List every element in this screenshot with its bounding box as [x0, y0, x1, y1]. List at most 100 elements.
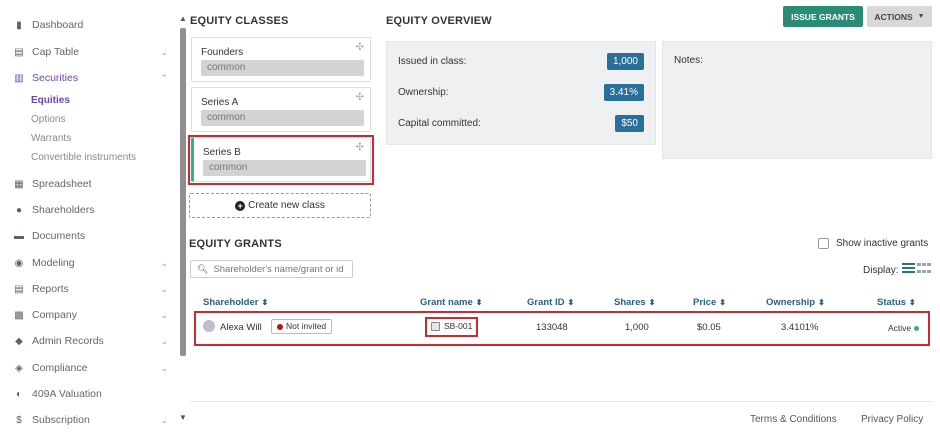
sidebar-item-subscription[interactable]: $ Subscription ⌄ — [14, 411, 174, 429]
notes-label: Notes: — [674, 55, 703, 66]
column-header-grant-id[interactable]: Grant ID ⬍ — [527, 297, 574, 308]
cap-table-icon: ▤ — [14, 46, 24, 58]
capital-value: $50 — [615, 115, 644, 132]
sidebar-item-label: Securities — [32, 72, 79, 84]
status-dot-icon — [277, 323, 283, 330]
plus-circle-icon: + — [235, 200, 246, 211]
sidebar-subitem-equities[interactable]: Equities — [31, 95, 70, 106]
sidebar-item-reports[interactable]: ▤ Reports ⌄ — [14, 280, 174, 298]
column-header-price[interactable]: Price ⬍ — [693, 297, 726, 308]
scroll-down-arrow-icon[interactable]: ▼ — [179, 413, 187, 422]
column-header-shares[interactable]: Shares ⬍ — [614, 297, 655, 308]
scroll-up-arrow-icon[interactable]: ▲ — [179, 14, 187, 23]
class-type: common — [201, 110, 364, 126]
sidebar-subitem-convertible-instruments[interactable]: Convertible instruments — [31, 152, 136, 163]
capital-label: Capital committed: — [398, 118, 481, 129]
sidebar-item-modeling[interactable]: ◉ Modeling ⌄ — [14, 254, 174, 272]
ownership-cell: 3.4101% — [781, 322, 819, 333]
actions-label: ACTIONS — [874, 11, 913, 22]
active-dot-icon — [914, 326, 920, 332]
status-cell: Active — [888, 323, 920, 333]
highlight-box — [188, 135, 374, 185]
ownership-value: 3.41% — [603, 84, 644, 101]
chevron-down-icon: ⌄ — [160, 46, 168, 57]
drag-handle-icon[interactable]: ✣ — [356, 42, 364, 53]
sidebar-item-label: Documents — [32, 230, 86, 242]
sidebar-item-admin-records[interactable]: ◆ Admin Records ⌄ — [14, 332, 174, 350]
privacy-link[interactable]: Privacy Policy — [861, 414, 923, 425]
sidebar-item-label: Shareholders — [32, 204, 95, 216]
sidebar-item-dashboard[interactable]: ▮ Dashboard — [14, 16, 174, 34]
equity-grants-title: EQUITY GRANTS — [189, 238, 282, 250]
create-new-class-button[interactable]: + Create new class — [189, 193, 371, 218]
sidebar-item-spreadsheet[interactable]: ▦ Spreadsheet — [14, 175, 174, 193]
sidebar-subitem-options[interactable]: Options — [31, 114, 65, 125]
drag-handle-icon[interactable]: ✣ — [356, 92, 364, 103]
actions-dropdown-button[interactable]: ACTIONS ▼ — [867, 6, 932, 27]
show-inactive-label: Show inactive grants — [836, 238, 929, 249]
sidebar-item-documents[interactable]: ▬ Documents — [14, 227, 174, 245]
sidebar-item-compliance[interactable]: ◈ Compliance ⌄ — [14, 359, 174, 377]
sidebar-item-409a-valuation[interactable]: ◐ 409A Valuation — [14, 385, 174, 403]
class-type: common — [201, 60, 364, 76]
sidebar-item-company[interactable]: ▩ Company ⌄ — [14, 306, 174, 324]
column-header-shareholder[interactable]: Shareholder ⬍ — [203, 297, 268, 308]
class-name: Series A — [201, 97, 239, 108]
column-header-grant-name[interactable]: Grant name ⬍ — [420, 297, 483, 308]
price-cell: $0.05 — [697, 322, 721, 333]
issued-value: 1,000 — [606, 53, 644, 70]
ownership-label: Ownership: — [398, 87, 449, 98]
spreadsheet-icon: ▦ — [14, 178, 24, 190]
shareholder-name[interactable]: Alexa Will — [220, 322, 262, 333]
column-header-ownership[interactable]: Ownership ⬍ — [766, 297, 825, 308]
grid-view-icon[interactable] — [917, 263, 931, 275]
grant-name-text: SB-001 — [444, 321, 473, 331]
shares-cell: 1,000 — [625, 322, 649, 333]
admin-icon: ◆ — [15, 335, 23, 347]
sort-icon: ⬍ — [475, 298, 483, 307]
sidebar-item-shareholders[interactable]: ● Shareholders — [14, 201, 174, 219]
sort-icon: ⬍ — [648, 298, 656, 307]
sidebar-item-label: Reports — [32, 283, 69, 295]
equity-classes-title: EQUITY CLASSES — [190, 15, 289, 27]
sidebar: ▮ Dashboard ▤ Cap Table ⌄ ▥ Securities ⌃… — [0, 0, 178, 435]
folder-icon: ▬ — [14, 230, 24, 242]
sidebar-item-label: Cap Table — [32, 46, 80, 58]
chevron-down-icon: ⌄ — [160, 414, 168, 425]
chevron-down-icon: ⌄ — [160, 283, 168, 294]
sidebar-item-cap-table[interactable]: ▤ Cap Table ⌄ — [14, 43, 174, 61]
notes-panel[interactable]: Notes: — [662, 41, 932, 159]
terms-link[interactable]: Terms & Conditions — [750, 414, 837, 425]
company-icon: ▩ — [14, 309, 24, 321]
grant-name-link[interactable]: SB-001 — [431, 321, 472, 331]
sidebar-item-label: Dashboard — [32, 19, 84, 31]
avatar — [203, 320, 215, 332]
dashboard-icon: ▮ — [16, 19, 22, 31]
lightbulb-icon: ◉ — [14, 257, 24, 269]
scrollbar-thumb[interactable] — [180, 28, 186, 356]
chevron-up-icon: ⌃ — [160, 72, 168, 83]
create-label: Create new class — [248, 200, 325, 211]
user-icon: ● — [15, 204, 23, 216]
show-inactive-checkbox[interactable] — [818, 238, 829, 249]
chevron-down-icon: ⌄ — [160, 335, 168, 346]
search-icon: 🔍︎ — [197, 263, 209, 274]
sidebar-item-label: Spreadsheet — [32, 178, 92, 190]
status-text: Active — [888, 323, 912, 333]
class-card-series-a[interactable]: Series A ✣ common — [191, 87, 371, 132]
chevron-down-icon: ⌄ — [160, 309, 168, 320]
dollar-icon: $ — [16, 414, 22, 426]
caret-down-icon: ▼ — [917, 13, 925, 20]
grant-search-input[interactable]: 🔍︎ Shareholder's name/grant or id — [190, 260, 353, 278]
column-header-status[interactable]: Status ⬍ — [877, 297, 916, 308]
sort-icon: ⬍ — [261, 298, 269, 307]
issue-grants-button[interactable]: ISSUE GRANTS — [783, 6, 863, 27]
sidebar-item-securities[interactable]: ▥ Securities ⌃ — [14, 69, 174, 87]
sidebar-subitem-warrants[interactable]: Warrants — [31, 133, 71, 144]
list-view-icon[interactable] — [902, 263, 915, 275]
class-card-founders[interactable]: Founders ✣ common — [191, 37, 371, 82]
sidebar-item-label: Subscription — [32, 414, 90, 426]
class-name: Founders — [201, 47, 244, 58]
display-label: Display: — [863, 265, 899, 276]
sidebar-item-label: Modeling — [32, 257, 75, 269]
